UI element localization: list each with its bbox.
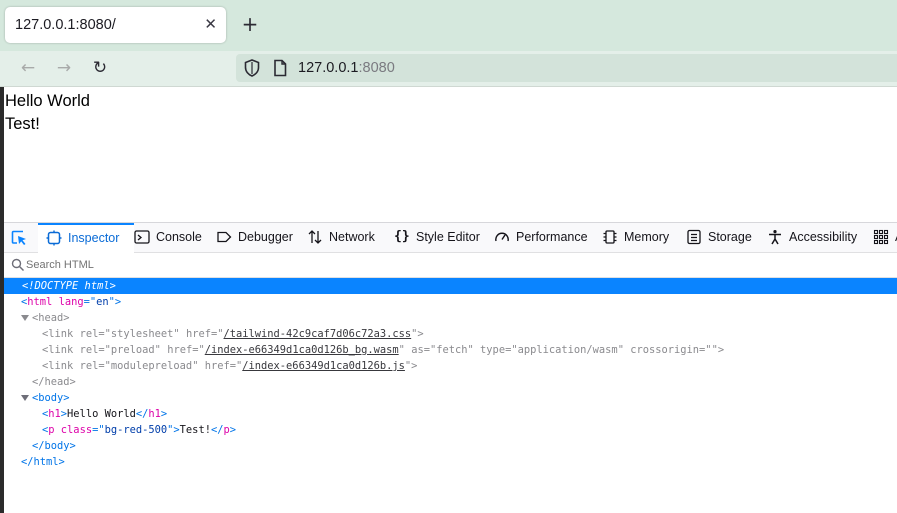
link1-rel: stylesheet xyxy=(110,328,174,340)
search-html-bar xyxy=(4,253,897,278)
accessibility-icon xyxy=(769,229,781,245)
markup-node-doctype[interactable]: <!DOCTYPE html> xyxy=(4,278,897,294)
markup-view: <!DOCTYPE html> <html lang="en"> <head> … xyxy=(4,278,897,470)
link3-tag: link xyxy=(48,360,74,372)
tab-inspector[interactable]: Inspector xyxy=(38,223,134,254)
console-icon xyxy=(134,230,150,244)
tab-application[interactable]: A xyxy=(873,223,897,252)
url-bar[interactable]: 127.0.0.1:8080 xyxy=(236,54,897,82)
url-text[interactable]: 127.0.0.1:8080 xyxy=(298,60,395,76)
markup-node-body-close[interactable]: </body> xyxy=(4,438,897,454)
p-attr-name: class xyxy=(60,424,93,436)
p-text: Test! xyxy=(179,424,211,436)
html-attr-name: lang xyxy=(58,296,84,308)
body-expand-twisty-icon[interactable] xyxy=(21,395,29,401)
h1-close-tag: h1 xyxy=(148,408,161,420)
body-close-text: </body> xyxy=(32,440,76,452)
tab-console-label: Console xyxy=(156,230,202,244)
markup-node-html-close[interactable]: </html> xyxy=(4,454,897,470)
markup-node-link-modulepreload[interactable]: <link rel="modulepreload" href="/index-e… xyxy=(4,358,897,374)
close-tab-icon[interactable]: ✕ xyxy=(204,15,217,33)
head-open-text: <head> xyxy=(32,312,70,324)
link1-tag: link xyxy=(48,328,74,340)
doctype-text: <!DOCTYPE html> xyxy=(22,280,116,292)
tab-performance[interactable]: Performance xyxy=(494,223,588,252)
braces-icon: {} xyxy=(394,228,410,244)
tab-debugger[interactable]: Debugger xyxy=(216,223,293,252)
p-tag: p xyxy=(48,424,55,436)
tab-debugger-label: Debugger xyxy=(238,230,293,244)
body-open-text: <body> xyxy=(32,392,70,404)
reload-button[interactable]: ↻ xyxy=(88,57,112,79)
h1-text: Hello World xyxy=(67,408,136,420)
markup-node-link-stylesheet[interactable]: <link rel="stylesheet" href="/tailwind-4… xyxy=(4,326,897,342)
browser-tab[interactable]: 127.0.0.1:8080/ ✕ xyxy=(5,7,226,43)
tab-network-label: Network xyxy=(329,230,375,244)
link2-type: application/wasm xyxy=(517,344,618,356)
head-close-text: </head> xyxy=(32,376,76,388)
page-content: Hello World Test! xyxy=(5,90,895,136)
link2-as: fetch xyxy=(436,344,468,356)
url-port: :8080 xyxy=(358,60,395,76)
gauge-icon xyxy=(495,232,509,241)
tab-network[interactable]: Network xyxy=(307,223,375,252)
network-icon xyxy=(308,229,322,244)
html-tag-name: html xyxy=(27,296,53,308)
tab-accessibility[interactable]: Accessibility xyxy=(767,223,857,252)
debugger-icon xyxy=(217,231,232,242)
url-host: 127.0.0.1 xyxy=(298,60,359,76)
inspector-icon xyxy=(46,230,62,246)
search-html-input[interactable] xyxy=(26,256,326,274)
markup-node-h1[interactable]: <h1>Hello World</h1> xyxy=(4,406,897,422)
head-expand-twisty-icon[interactable] xyxy=(21,315,29,321)
p-attr-value: bg-red-500 xyxy=(104,424,168,436)
tab-strip: 127.0.0.1:8080/ ✕ + xyxy=(0,0,897,51)
devtools-panel: Inspector Console Debugger Network {} Sty… xyxy=(4,222,897,513)
browser-window: 127.0.0.1:8080/ ✕ + ← → ↻ 127.0.0.1:8080… xyxy=(0,0,897,513)
link3-rel: modulepreload xyxy=(110,360,193,372)
markup-node-html[interactable]: <html lang="en"> xyxy=(4,294,897,310)
html-attr-eq: =" xyxy=(83,296,97,308)
tab-accessibility-label: Accessibility xyxy=(789,230,858,244)
markup-node-p[interactable]: <p class="bg-red-500">Test!</p> xyxy=(4,422,897,438)
grid-icon xyxy=(873,229,889,244)
link3-href[interactable]: /index-e66349d1ca0d126b.js xyxy=(242,360,405,372)
tab-title: 127.0.0.1:8080/ xyxy=(15,17,116,33)
link1-href[interactable]: /tailwind-42c9caf7d06c72a3.css xyxy=(224,328,412,340)
tab-console[interactable]: Console xyxy=(134,223,202,252)
devtools-toolbar: Inspector Console Debugger Network {} Sty… xyxy=(4,223,897,254)
html-close-text: </html> xyxy=(21,456,65,468)
markup-node-head-close[interactable]: </head> xyxy=(4,374,897,390)
element-picker-icon[interactable] xyxy=(10,229,28,247)
tab-performance-label: Performance xyxy=(516,230,588,244)
memory-icon xyxy=(603,230,617,244)
html-attr-close: "> xyxy=(108,296,122,308)
tab-style-editor[interactable]: {} Style Editor xyxy=(394,223,480,252)
new-tab-button[interactable]: + xyxy=(239,13,261,35)
link2-rel: preload xyxy=(110,344,155,356)
search-icon xyxy=(11,258,25,272)
page-paragraph: Test! xyxy=(5,115,40,133)
page-icon[interactable] xyxy=(270,58,290,78)
link2-href[interactable]: /index-e66349d1ca0d126b_bg.wasm xyxy=(205,344,399,356)
shield-icon[interactable] xyxy=(242,58,262,78)
page-heading: Hello World xyxy=(5,92,90,110)
markup-node-body[interactable]: <body> xyxy=(4,390,897,406)
back-button[interactable]: ← xyxy=(16,57,40,79)
tab-memory[interactable]: Memory xyxy=(602,223,669,252)
forward-button[interactable]: → xyxy=(52,57,76,79)
markup-node-link-preload[interactable]: <link rel="preload" href="/index-e66349d… xyxy=(4,342,897,358)
tab-storage[interactable]: Storage xyxy=(686,223,752,252)
html-attr-value: en xyxy=(96,296,109,308)
link2-tag: link xyxy=(48,344,74,356)
tab-style-editor-label: Style Editor xyxy=(416,230,480,244)
storage-icon xyxy=(687,229,701,244)
tab-storage-label: Storage xyxy=(708,230,752,244)
markup-node-head[interactable]: <head> xyxy=(4,310,897,326)
tab-memory-label: Memory xyxy=(624,230,670,244)
navigation-bar: ← → ↻ 127.0.0.1:8080 xyxy=(0,51,897,87)
h1-tag: h1 xyxy=(48,408,61,420)
tab-inspector-label: Inspector xyxy=(68,231,120,245)
